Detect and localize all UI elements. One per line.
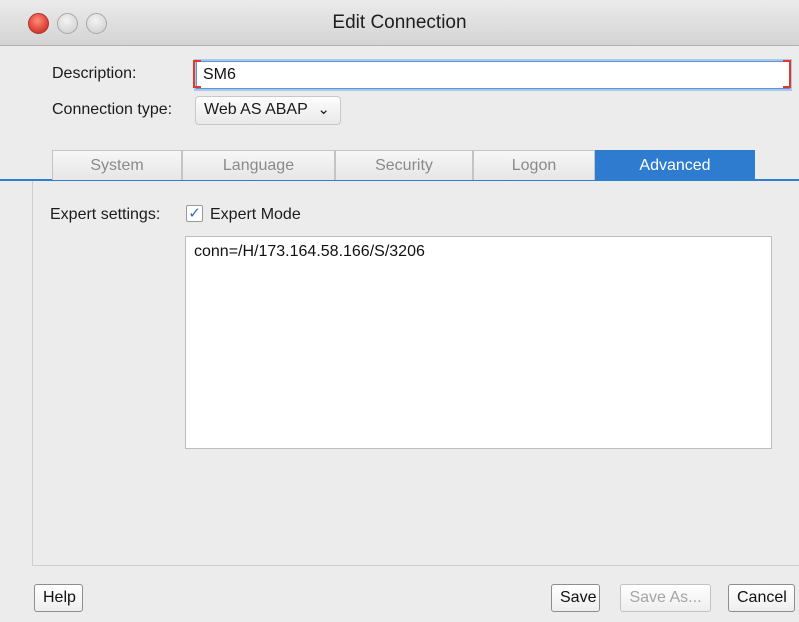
- tab-language[interactable]: Language: [182, 150, 335, 180]
- cancel-button[interactable]: Cancel: [728, 584, 795, 612]
- tab-logon[interactable]: Logon: [473, 150, 595, 180]
- expert-mode-label[interactable]: Expert Mode: [210, 206, 301, 224]
- help-button[interactable]: Help: [34, 584, 83, 612]
- tab-system[interactable]: System: [52, 150, 182, 180]
- connection-type-value: Web AS ABAP: [204, 101, 308, 118]
- description-input[interactable]: [196, 61, 790, 89]
- validation-marker-right: [783, 60, 791, 88]
- title-bar: Edit Connection: [0, 0, 799, 46]
- description-label: Description:: [52, 65, 137, 82]
- expert-mode-checkbox[interactable]: ✓: [186, 205, 203, 222]
- validation-marker-left: [193, 60, 201, 88]
- tab-security[interactable]: Security: [335, 150, 473, 180]
- connection-string-textarea[interactable]: conn=/H/173.164.58.166/S/3206: [185, 236, 772, 449]
- connection-type-select[interactable]: Web AS ABAP ⌄: [195, 96, 341, 125]
- save-as-button: Save As...: [620, 584, 711, 612]
- expert-settings-label: Expert settings:: [50, 206, 161, 223]
- window-title: Edit Connection: [332, 12, 467, 33]
- chevron-down-icon: ⌄: [317, 101, 330, 118]
- checkmark-icon: ✓: [188, 205, 201, 222]
- save-button[interactable]: Save: [551, 584, 600, 612]
- connection-type-label: Connection type:: [52, 101, 173, 118]
- tab-advanced[interactable]: Advanced: [595, 150, 755, 180]
